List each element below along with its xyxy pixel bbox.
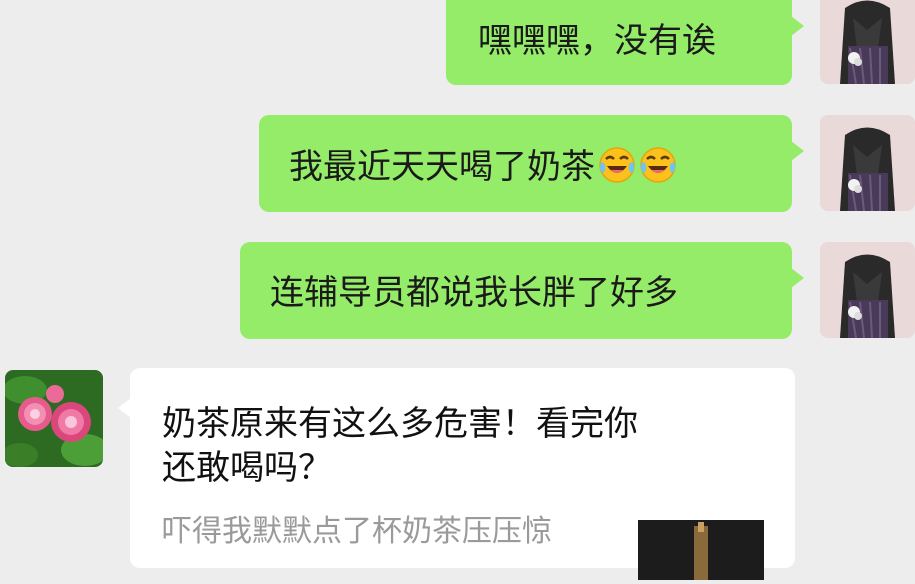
message-bubble[interactable]: 我最近天天喝了奶茶: [259, 115, 804, 212]
girl-avatar-icon: [820, 0, 915, 84]
my-avatar[interactable]: [820, 242, 915, 338]
laugh-cry-emoji-icon: [640, 147, 676, 183]
girl-avatar-icon: [820, 242, 915, 338]
message-text: 嘿嘿嘿，没有诶: [478, 21, 716, 61]
laugh-cry-emoji-icon: [599, 147, 635, 183]
my-avatar[interactable]: [820, 115, 915, 211]
peony-flower-avatar-icon: [5, 370, 103, 467]
link-card-title: 奶茶原来有这么多危害！看完你 还敢喝吗？: [162, 402, 762, 490]
message-bubble[interactable]: 嘿嘿嘿，没有诶: [446, 0, 804, 85]
link-card-description: 吓得我默默点了杯奶茶压压惊: [162, 514, 552, 549]
contact-avatar[interactable]: [5, 370, 103, 467]
message-text-row: 我最近天天喝了奶茶: [289, 146, 677, 187]
girl-avatar-icon: [820, 115, 915, 211]
link-card-title-line: 奶茶原来有这么多危害！看完你: [162, 404, 638, 444]
link-card[interactable]: 奶茶原来有这么多危害！看完你 还敢喝吗？ 吓得我默默点了杯奶茶压压惊: [118, 368, 795, 580]
my-avatar[interactable]: [820, 0, 915, 84]
message-text: 连辅导员都说我长胖了好多: [270, 273, 678, 313]
thumbnail-image-icon: [638, 520, 764, 580]
link-card-thumbnail: [638, 520, 764, 580]
link-card-title-line: 还敢喝吗？: [162, 448, 332, 488]
message-text: 我最近天天喝了奶茶: [289, 147, 595, 187]
message-bubble[interactable]: 连辅导员都说我长胖了好多: [240, 242, 804, 339]
